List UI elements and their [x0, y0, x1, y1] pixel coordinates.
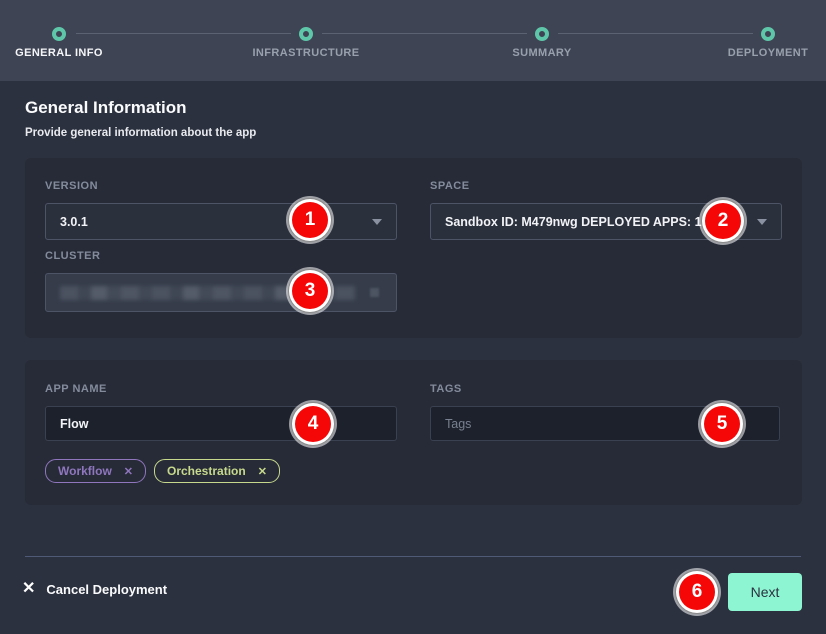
- step-summary[interactable]: SUMMARY: [472, 27, 612, 59]
- page-title: General Information: [25, 98, 187, 118]
- page-subtitle: Provide general information about the ap…: [25, 127, 256, 139]
- chevron-down-icon: [757, 219, 767, 225]
- annotation-badge-6: 6: [679, 574, 715, 610]
- remove-tag-icon[interactable]: ✕: [258, 465, 267, 478]
- tag-chip-list: Workflow ✕ Orchestration ✕: [45, 459, 280, 483]
- cancel-deployment-button[interactable]: ✕ Cancel Deployment: [22, 581, 167, 597]
- tag-chip-label: Workflow: [58, 464, 112, 478]
- annotation-badge-5: 5: [704, 406, 740, 442]
- redacted-cluster-fragment: [370, 288, 379, 297]
- step-label: INFRASTRUCTURE: [252, 47, 359, 59]
- annotation-badge-4: 4: [295, 406, 331, 442]
- close-icon: ✕: [22, 581, 35, 597]
- cluster-label: CLUSTER: [45, 250, 100, 262]
- tag-chip-label: Orchestration: [167, 464, 246, 478]
- step-general-info[interactable]: GENERAL INFO: [0, 27, 129, 59]
- step-label: SUMMARY: [512, 47, 571, 59]
- annotation-badge-2: 2: [705, 203, 741, 239]
- tags-label: TAGS: [430, 383, 462, 395]
- cancel-deployment-label: Cancel Deployment: [46, 582, 167, 597]
- tag-chip-workflow[interactable]: Workflow ✕: [45, 459, 146, 483]
- step-dot-icon: [299, 27, 313, 41]
- remove-tag-icon[interactable]: ✕: [124, 465, 133, 478]
- footer-divider: [25, 556, 801, 557]
- step-deployment[interactable]: DEPLOYMENT: [698, 27, 826, 59]
- step-dot-icon: [761, 27, 775, 41]
- step-infrastructure[interactable]: INFRASTRUCTURE: [236, 27, 376, 59]
- chevron-down-icon: [372, 219, 382, 225]
- step-dot-icon: [535, 27, 549, 41]
- step-dot-icon: [52, 27, 66, 41]
- cluster-field: [45, 273, 397, 312]
- app-identity-card: APP NAME TAGS Workflow ✕ Orchestration ✕: [25, 360, 802, 505]
- next-button[interactable]: Next: [728, 573, 802, 611]
- wizard-stepper: GENERAL INFO INFRASTRUCTURE SUMMARY DEPL…: [0, 0, 826, 81]
- annotation-badge-1: 1: [292, 202, 328, 238]
- version-select[interactable]: 3.0.1: [45, 203, 397, 240]
- app-name-label: APP NAME: [45, 383, 107, 395]
- version-label: VERSION: [45, 180, 98, 192]
- step-label: DEPLOYMENT: [728, 47, 808, 59]
- annotation-badge-3: 3: [292, 273, 328, 309]
- step-label: GENERAL INFO: [15, 47, 103, 59]
- app-name-input[interactable]: [45, 406, 397, 441]
- version-value: 3.0.1: [60, 215, 88, 229]
- general-settings-card: VERSION 3.0.1 SPACE Sandbox ID: M479nwg …: [25, 158, 802, 338]
- space-value: Sandbox ID: M479nwg DEPLOYED APPS: 10: [445, 215, 708, 229]
- space-label: SPACE: [430, 180, 470, 192]
- tag-chip-orchestration[interactable]: Orchestration ✕: [154, 459, 280, 483]
